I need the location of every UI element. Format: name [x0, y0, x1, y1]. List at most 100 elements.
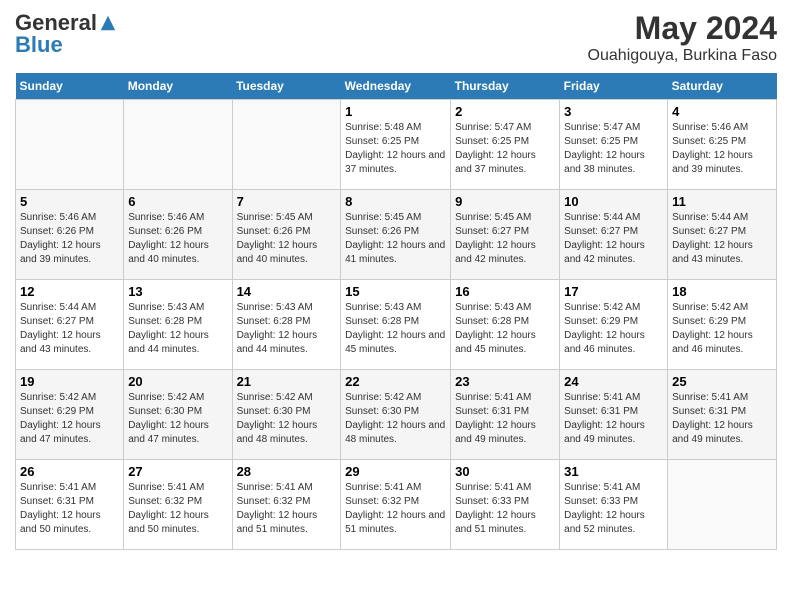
calendar-cell: 6Sunrise: 5:46 AM Sunset: 6:26 PM Daylig…	[124, 190, 232, 280]
day-info: Sunrise: 5:41 AM Sunset: 6:32 PM Dayligh…	[237, 481, 337, 537]
month-title: May 2024	[588, 10, 777, 47]
day-number: 4	[672, 104, 772, 119]
day-number: 17	[564, 284, 663, 299]
calendar-cell: 28 Sunrise: 5:41 AM Sunset: 6:32 PM Dayli…	[232, 460, 341, 550]
day-info: Sunrise: 5:44 AM Sunset: 6:27 PM Dayligh…	[20, 301, 119, 357]
calendar-cell: 2 Sunrise: 5:47 AM Sunset: 6:25 PM Daylig…	[451, 100, 560, 190]
calendar-cell: 25 Sunrise: 5:41 AM Sunset: 6:31 PM Dayli…	[668, 370, 777, 460]
day-number: 15	[345, 284, 446, 299]
day-info: Sunrise: 5:45 AM Sunset: 6:26 PM Dayligh…	[345, 211, 446, 267]
day-number: 2	[455, 104, 555, 119]
location-title: Ouahigouya, Burkina Faso	[588, 47, 777, 65]
day-info: Sunrise: 5:42 AM Sunset: 6:29 PM Dayligh…	[564, 301, 663, 357]
calendar-cell: 14 Sunrise: 5:43 AM Sunset: 6:28 PM Dayli…	[232, 280, 341, 370]
calendar-week-row: 19Sunrise: 5:42 AM Sunset: 6:29 PM Dayli…	[16, 370, 777, 460]
day-info: Sunrise: 5:45 AM Sunset: 6:27 PM Dayligh…	[455, 211, 555, 267]
calendar-week-row: 5 Sunrise: 5:46 AM Sunset: 6:26 PM Daylig…	[16, 190, 777, 280]
weekday-header-cell: Friday	[560, 73, 668, 100]
day-info: Sunrise: 5:46 AM Sunset: 6:25 PM Dayligh…	[672, 121, 772, 177]
day-number: 25	[672, 374, 772, 389]
calendar-cell	[668, 460, 777, 550]
calendar-cell: 17 Sunrise: 5:42 AM Sunset: 6:29 PM Dayli…	[560, 280, 668, 370]
calendar-cell: 26 Sunrise: 5:41 AM Sunset: 6:31 PM Dayli…	[16, 460, 124, 550]
day-number: 18	[672, 284, 772, 299]
weekday-header-cell: Wednesday	[341, 73, 451, 100]
day-info: Sunrise: 5:42 AM Sunset: 6:30 PM Dayligh…	[128, 391, 227, 447]
calendar-cell: 31Sunrise: 5:41 AM Sunset: 6:33 PM Dayli…	[560, 460, 668, 550]
logo-blue-text: Blue	[15, 32, 63, 58]
day-info: Sunrise: 5:41 AM Sunset: 6:31 PM Dayligh…	[564, 391, 663, 447]
calendar-cell: 9Sunrise: 5:45 AM Sunset: 6:27 PM Daylig…	[451, 190, 560, 280]
day-info: Sunrise: 5:47 AM Sunset: 6:25 PM Dayligh…	[455, 121, 555, 177]
day-info: Sunrise: 5:42 AM Sunset: 6:30 PM Dayligh…	[237, 391, 337, 447]
day-info: Sunrise: 5:41 AM Sunset: 6:32 PM Dayligh…	[128, 481, 227, 537]
calendar-cell: 20 Sunrise: 5:42 AM Sunset: 6:30 PM Dayli…	[124, 370, 232, 460]
calendar-cell	[124, 100, 232, 190]
day-number: 16	[455, 284, 555, 299]
calendar-cell: 11 Sunrise: 5:44 AM Sunset: 6:27 PM Dayli…	[668, 190, 777, 280]
day-number: 10	[564, 194, 663, 209]
calendar-body: 1 Sunrise: 5:48 AM Sunset: 6:25 PM Daylig…	[16, 100, 777, 550]
calendar-week-row: 12 Sunrise: 5:44 AM Sunset: 6:27 PM Dayli…	[16, 280, 777, 370]
day-number: 5	[20, 194, 119, 209]
calendar-cell	[16, 100, 124, 190]
calendar-cell: 8Sunrise: 5:45 AM Sunset: 6:26 PM Daylig…	[341, 190, 451, 280]
day-info: Sunrise: 5:44 AM Sunset: 6:27 PM Dayligh…	[672, 211, 772, 267]
day-number: 27	[128, 464, 227, 479]
day-info: Sunrise: 5:45 AM Sunset: 6:26 PM Dayligh…	[237, 211, 337, 267]
day-number: 13	[128, 284, 227, 299]
day-info: Sunrise: 5:43 AM Sunset: 6:28 PM Dayligh…	[455, 301, 555, 357]
day-number: 26	[20, 464, 119, 479]
day-info: Sunrise: 5:42 AM Sunset: 6:30 PM Dayligh…	[345, 391, 446, 447]
calendar-cell: 13Sunrise: 5:43 AM Sunset: 6:28 PM Dayli…	[124, 280, 232, 370]
day-number: 23	[455, 374, 555, 389]
day-info: Sunrise: 5:43 AM Sunset: 6:28 PM Dayligh…	[237, 301, 337, 357]
day-info: Sunrise: 5:48 AM Sunset: 6:25 PM Dayligh…	[345, 121, 446, 177]
weekday-header-cell: Monday	[124, 73, 232, 100]
day-number: 6	[128, 194, 227, 209]
title-area: May 2024 Ouahigouya, Burkina Faso	[588, 10, 777, 65]
calendar-cell: 5 Sunrise: 5:46 AM Sunset: 6:26 PM Daylig…	[16, 190, 124, 280]
calendar-cell: 12 Sunrise: 5:44 AM Sunset: 6:27 PM Dayli…	[16, 280, 124, 370]
calendar-cell: 29 Sunrise: 5:41 AM Sunset: 6:32 PM Dayli…	[341, 460, 451, 550]
day-number: 3	[564, 104, 663, 119]
calendar-cell: 23 Sunrise: 5:41 AM Sunset: 6:31 PM Dayli…	[451, 370, 560, 460]
calendar-cell: 10 Sunrise: 5:44 AM Sunset: 6:27 PM Dayli…	[560, 190, 668, 280]
header: General Blue May 2024 Ouahigouya, Burkin…	[15, 10, 777, 65]
day-number: 28	[237, 464, 337, 479]
day-info: Sunrise: 5:46 AM Sunset: 6:26 PM Dayligh…	[20, 211, 119, 267]
calendar-table: SundayMondayTuesdayWednesdayThursdayFrid…	[15, 73, 777, 550]
day-info: Sunrise: 5:43 AM Sunset: 6:28 PM Dayligh…	[345, 301, 446, 357]
calendar-cell: 3Sunrise: 5:47 AM Sunset: 6:25 PM Daylig…	[560, 100, 668, 190]
day-number: 20	[128, 374, 227, 389]
day-number: 1	[345, 104, 446, 119]
calendar-week-row: 26 Sunrise: 5:41 AM Sunset: 6:31 PM Dayli…	[16, 460, 777, 550]
day-number: 7	[237, 194, 337, 209]
day-info: Sunrise: 5:44 AM Sunset: 6:27 PM Dayligh…	[564, 211, 663, 267]
logo-icon	[99, 14, 117, 32]
day-info: Sunrise: 5:42 AM Sunset: 6:29 PM Dayligh…	[672, 301, 772, 357]
day-info: Sunrise: 5:41 AM Sunset: 6:32 PM Dayligh…	[345, 481, 446, 537]
day-number: 11	[672, 194, 772, 209]
day-number: 19	[20, 374, 119, 389]
calendar-cell: 19Sunrise: 5:42 AM Sunset: 6:29 PM Dayli…	[16, 370, 124, 460]
day-info: Sunrise: 5:41 AM Sunset: 6:31 PM Dayligh…	[20, 481, 119, 537]
calendar-cell: 30Sunrise: 5:41 AM Sunset: 6:33 PM Dayli…	[451, 460, 560, 550]
calendar-cell: 24 Sunrise: 5:41 AM Sunset: 6:31 PM Dayli…	[560, 370, 668, 460]
weekday-header-cell: Tuesday	[232, 73, 341, 100]
calendar-cell: 22Sunrise: 5:42 AM Sunset: 6:30 PM Dayli…	[341, 370, 451, 460]
day-info: Sunrise: 5:41 AM Sunset: 6:31 PM Dayligh…	[455, 391, 555, 447]
day-number: 14	[237, 284, 337, 299]
calendar-cell: 15 Sunrise: 5:43 AM Sunset: 6:28 PM Dayli…	[341, 280, 451, 370]
day-info: Sunrise: 5:41 AM Sunset: 6:31 PM Dayligh…	[672, 391, 772, 447]
day-number: 29	[345, 464, 446, 479]
day-number: 31	[564, 464, 663, 479]
day-info: Sunrise: 5:41 AM Sunset: 6:33 PM Dayligh…	[455, 481, 555, 537]
calendar-cell: 7 Sunrise: 5:45 AM Sunset: 6:26 PM Daylig…	[232, 190, 341, 280]
day-number: 24	[564, 374, 663, 389]
weekday-header-row: SundayMondayTuesdayWednesdayThursdayFrid…	[16, 73, 777, 100]
logo: General Blue	[15, 10, 117, 58]
calendar-cell: 1 Sunrise: 5:48 AM Sunset: 6:25 PM Daylig…	[341, 100, 451, 190]
day-number: 12	[20, 284, 119, 299]
calendar-cell	[232, 100, 341, 190]
